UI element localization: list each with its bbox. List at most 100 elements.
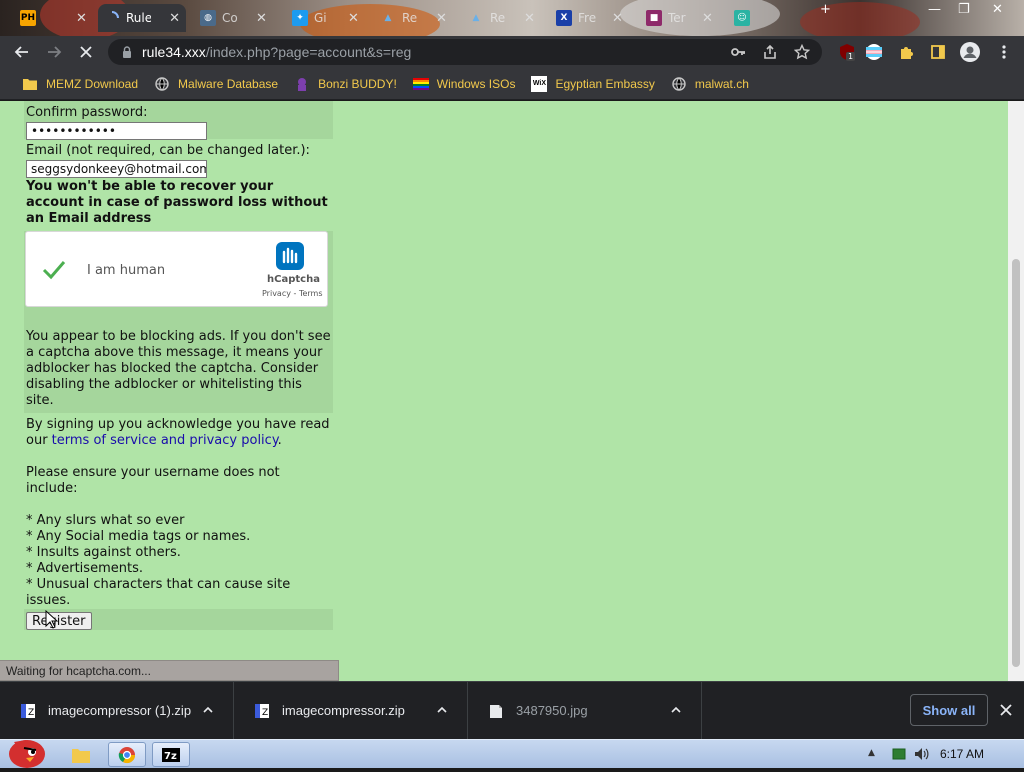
chevron-up-icon[interactable] [201,703,215,717]
captcha-links[interactable]: Privacy - Terms [262,289,323,298]
angry-bird-icon [9,740,45,768]
tab[interactable]: ▲ Re ✕ [374,4,453,32]
key-icon[interactable] [728,42,748,62]
forward-button[interactable] [38,36,70,68]
bonzi-icon [294,76,310,92]
globe-icon [154,76,170,92]
bookmark-star-icon[interactable] [792,42,812,62]
close-icon[interactable]: ✕ [612,11,623,26]
bird-icon: ✦ [292,10,308,26]
checkmark-icon[interactable] [40,256,68,284]
start-button[interactable] [4,732,50,768]
captcha-brand: hCaptcha [267,274,320,285]
hcaptcha-logo-icon [276,242,304,270]
image-file-icon [490,704,502,718]
tab[interactable]: ◍ Co ✕ [194,4,273,32]
tab[interactable]: PH ✕ [14,4,93,32]
email-row: Email (not required, can be changed late… [24,139,333,227]
stop-button[interactable] [70,36,102,68]
chevron-up-icon[interactable] [435,703,449,717]
taskbar-chrome[interactable] [108,742,146,767]
new-tab-icon[interactable]: + [820,2,831,17]
ublock-icon[interactable]: 1 [836,42,858,62]
show-all-button[interactable]: Show all [910,694,988,726]
volume-icon[interactable] [914,747,930,761]
back-button[interactable] [6,36,38,68]
confirm-password-input[interactable]: •••••••••••• [26,122,207,140]
email-warning: You won't be able to recover your accoun… [26,179,328,226]
menu-kebab-icon[interactable] [994,42,1014,62]
windows-taskbar: 7z ▲ 6:17 AM [0,739,1024,768]
tray-expand-icon[interactable]: ▲ [868,748,875,758]
tos-block: By signing up you acknowledge you have r… [24,413,333,609]
wix-icon: WiX [531,75,548,92]
taskbar-explorer[interactable] [62,742,100,767]
sidepanel-icon[interactable] [928,42,948,62]
lock-icon [123,46,131,58]
close-icon[interactable]: ✕ [169,11,180,26]
tab-strip: PH ✕ Rule ✕ ◍ Co ✕ ✦ Gi ✕ ▲ Re ✕ ▲ Re ✕ … [0,0,1024,36]
taskbar-7zip[interactable]: 7z [152,742,190,767]
rule-item: * Any Social media tags or names. [26,529,251,544]
bookmark-windows-isos[interactable]: Windows ISOs [405,72,524,96]
close-icon[interactable]: ✕ [256,11,267,26]
tab[interactable]: ☺ [728,4,756,32]
loading-spinner-icon [104,10,120,26]
window-close-icon[interactable]: ✕ [992,2,1003,17]
tab[interactable]: X Fre ✕ [550,4,629,32]
taskbar-clock[interactable]: 6:17 AM [940,747,984,761]
share-icon[interactable] [760,42,780,62]
folder-icon [22,76,38,92]
bookmark-memz[interactable]: MEMZ Download [14,72,146,96]
bookmarks-bar: MEMZ Download Malware Database Bonzi BUD… [0,68,1024,100]
globe-icon: ◍ [200,10,216,26]
hcaptcha-widget: I am human hCaptcha Privacy - Terms [25,231,328,307]
mouse-cursor-icon [45,610,59,629]
tos-link[interactable]: terms of service and privacy policy [52,433,278,448]
power-icon[interactable] [892,748,906,760]
restore-icon[interactable]: ❐ [958,2,970,17]
face-icon: ☺ [734,10,750,26]
download-item[interactable]: 3487950.jpg [468,681,702,740]
svg-text:Z: Z [262,708,268,718]
download-item[interactable]: Z imagecompressor.zip [234,681,468,740]
ph-icon: PH [20,10,36,26]
adblock-notice: You appear to be blocking ads. If you do… [26,329,331,408]
bookmark-malwatch[interactable]: malwat.ch [663,72,757,96]
confirm-password-label: Confirm password: [26,105,148,120]
close-icon[interactable] [998,702,1014,718]
rules-intro: Please ensure your username does not inc… [26,465,280,496]
close-icon[interactable]: ✕ [524,11,535,26]
x-icon: X [556,10,572,26]
extensions-puzzle-icon[interactable] [896,42,916,62]
close-icon[interactable]: ✕ [702,11,713,26]
tab[interactable]: ✦ Gi ✕ [286,4,365,32]
7zip-icon: 7z [162,747,180,762]
email-input[interactable]: seggsydonkeey@hotmail.com [26,160,207,178]
rules-list: * Any slurs what so ever * Any Social me… [26,513,333,609]
rule-item: * Unusual characters that can cause site… [26,577,291,608]
close-icon[interactable]: ✕ [348,11,359,26]
minimize-icon[interactable]: — [928,2,941,17]
tab[interactable]: ▲ Re ✕ [462,4,541,32]
bookmark-egyptian-embassy[interactable]: WiX Egyptian Embassy [523,72,662,96]
profile-flag-icon[interactable] [864,42,884,62]
profile-avatar-icon[interactable] [960,42,980,62]
download-item[interactable]: Z imagecompressor (1).zip [0,681,234,740]
close-icon[interactable]: ✕ [436,11,447,26]
close-icon[interactable]: ✕ [76,11,87,26]
page-scrollbar[interactable] [1008,101,1024,681]
captcha-row: I am human hCaptcha Privacy - Terms You … [24,231,333,413]
folder-icon [72,748,90,763]
forward-arrow-icon [48,46,62,58]
address-bar[interactable]: rule34.xxx/index.php?page=account&s=reg [108,39,822,65]
chevron-up-icon[interactable] [669,703,683,717]
tab[interactable]: ■ Ter ✕ [640,4,719,32]
scrollbar-thumb[interactable] [1012,259,1020,667]
tab-active[interactable]: Rule ✕ [98,4,186,32]
confirm-password-row: Confirm password: •••••••••••• [24,101,333,140]
page-content: Confirm password: •••••••••••• Email (no… [0,101,1008,681]
rule-item: * Advertisements. [26,561,143,576]
bookmark-bonzi-buddy[interactable]: Bonzi BUDDY! [286,72,405,96]
bookmark-malware-database[interactable]: Malware Database [146,72,286,96]
